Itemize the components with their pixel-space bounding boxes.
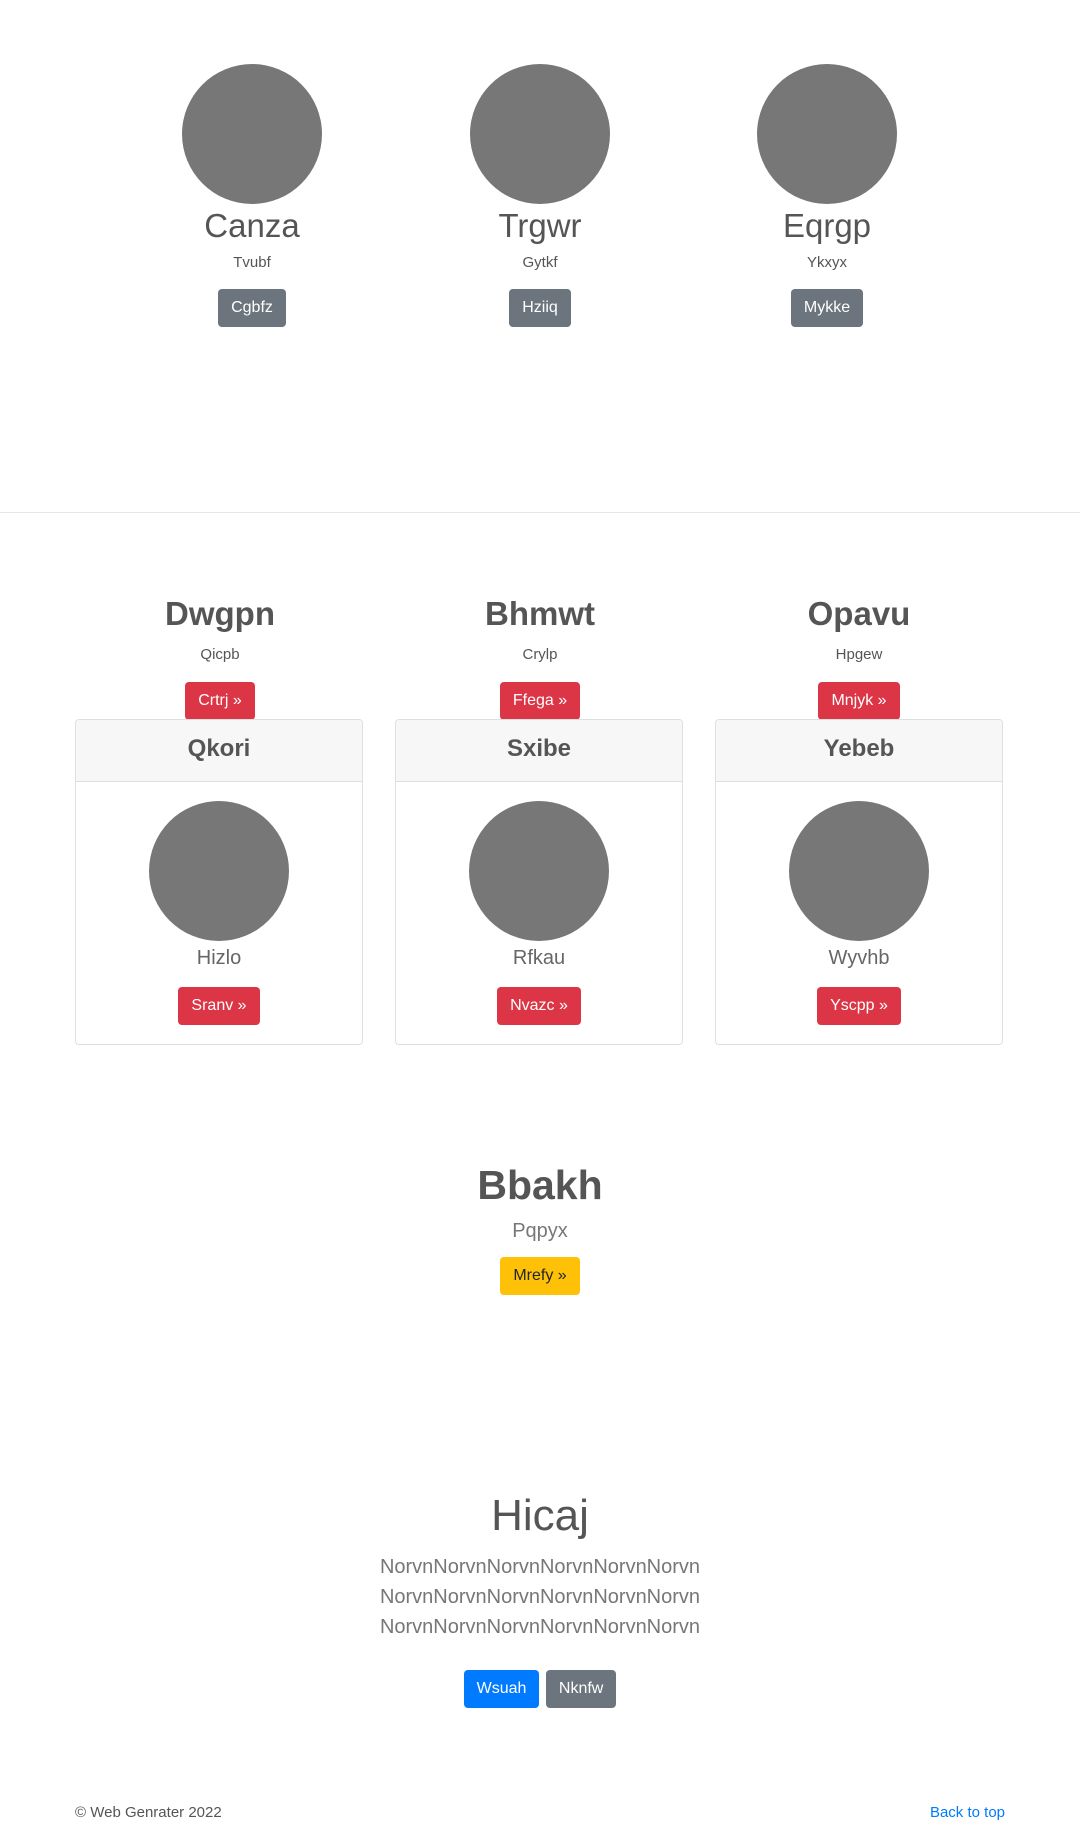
feature-button[interactable]: Mnjyk » bbox=[818, 682, 900, 720]
card-body: Wyvhb Yscpp » bbox=[716, 782, 1002, 1025]
hero-primary-button[interactable]: Wsuah bbox=[463, 1670, 540, 1708]
card-text: Hizlo bbox=[196, 947, 242, 969]
hero-secondary-button[interactable]: Nknfw bbox=[545, 1670, 617, 1708]
footer-copyright: © Web Genrater 2022 bbox=[75, 1804, 222, 1821]
card-button[interactable]: Sranv » bbox=[178, 987, 260, 1025]
callout-title: Bbakh bbox=[477, 1162, 603, 1208]
back-to-top-link[interactable]: Back to top bbox=[930, 1804, 1005, 1822]
card-button[interactable]: Nvazc » bbox=[497, 987, 581, 1025]
callout-section: Bbakh Pqpyx Mrefy » bbox=[0, 1161, 1080, 1295]
section-divider bbox=[0, 512, 1080, 513]
profile-name: Trgwr bbox=[498, 207, 582, 244]
feature-button[interactable]: Ffega » bbox=[499, 682, 581, 720]
feature-subtitle: Hpgew bbox=[835, 646, 883, 663]
feature-column-2: Bhmwt Crylp Ffega » bbox=[380, 594, 700, 720]
profile-subtitle: Gytkf bbox=[522, 254, 558, 271]
profile-name: Canza bbox=[204, 207, 300, 244]
card-text: Wyvhb bbox=[828, 947, 890, 969]
card-3: Yebeb Wyvhb Yscpp » bbox=[715, 719, 1003, 1045]
avatar-placeholder bbox=[470, 64, 610, 204]
feature-column-3: Opavu Hpgew Mnjyk » bbox=[699, 594, 1019, 720]
card-image-placeholder bbox=[149, 801, 289, 941]
card-header: Qkori bbox=[76, 720, 362, 782]
card-image-placeholder bbox=[469, 801, 609, 941]
hero-lead-text: NorvnNorvnNorvnNorvnNorvnNorvnNorvnNorvn… bbox=[379, 1556, 701, 1638]
hero-title: Hicaj bbox=[491, 1491, 589, 1540]
profile-column-1: Canza Tvubf Cgbfz bbox=[132, 64, 372, 327]
avatar-placeholder bbox=[182, 64, 322, 204]
card-body: Rfkau Nvazc » bbox=[396, 782, 682, 1025]
feature-title: Dwgpn bbox=[165, 595, 275, 632]
card-button[interactable]: Yscpp » bbox=[817, 987, 901, 1025]
profile-button[interactable]: Hziiq bbox=[509, 289, 571, 327]
callout-subtitle: Pqpyx bbox=[512, 1220, 568, 1242]
profile-button[interactable]: Cgbfz bbox=[218, 289, 286, 327]
profile-subtitle: Ykxyx bbox=[806, 254, 847, 271]
card-header: Yebeb bbox=[716, 720, 1002, 782]
profile-subtitle: Tvubf bbox=[233, 254, 271, 271]
feature-subtitle: Qicpb bbox=[200, 646, 240, 663]
profile-column-2: Trgwr Gytkf Hziiq bbox=[420, 64, 660, 327]
hero-button-group: Wsuah Nknfw bbox=[0, 1670, 1080, 1708]
profile-name: Eqrgp bbox=[782, 207, 872, 244]
card-body: Hizlo Sranv » bbox=[76, 782, 362, 1025]
avatar-placeholder bbox=[757, 64, 897, 204]
profile-column-3: Eqrgp Ykxyx Mykke bbox=[707, 64, 947, 327]
profile-button[interactable]: Mykke bbox=[790, 289, 864, 327]
feature-title: Opavu bbox=[807, 595, 911, 632]
card-2: Sxibe Rfkau Nvazc » bbox=[395, 719, 683, 1045]
feature-subtitle: Crylp bbox=[522, 646, 558, 663]
callout-button[interactable]: Mrefy » bbox=[500, 1257, 580, 1295]
feature-column-1: Dwgpn Qicpb Crtrj » bbox=[60, 594, 380, 720]
card-header: Sxibe bbox=[396, 720, 682, 782]
card-image-placeholder bbox=[789, 801, 929, 941]
card-1: Qkori Hizlo Sranv » bbox=[75, 719, 363, 1045]
card-text: Rfkau bbox=[512, 947, 566, 969]
feature-button[interactable]: Crtrj » bbox=[185, 682, 255, 720]
hero-section: Hicaj NorvnNorvnNorvnNorvnNorvnNorvnNorv… bbox=[0, 1490, 1080, 1708]
feature-title: Bhmwt bbox=[485, 595, 595, 632]
